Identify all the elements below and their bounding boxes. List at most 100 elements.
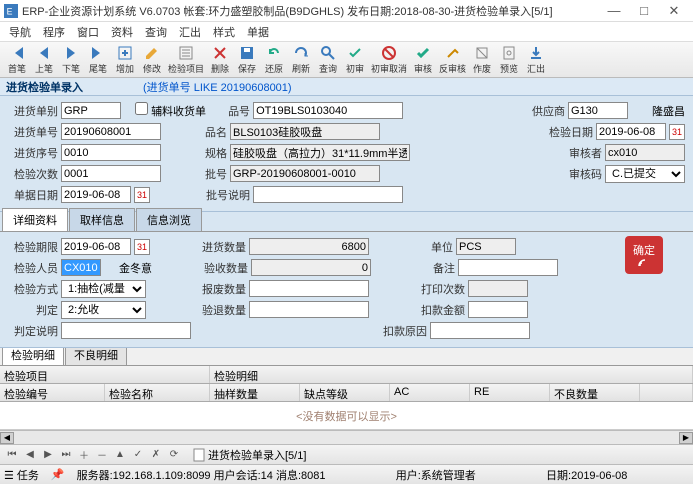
toolbar: 首笔 上笔 下笔 尾笔 增加 修改 检验项目 删除 保存 还原 刷新 查询 初审… [0,42,693,78]
menu-query[interactable]: 查询 [140,22,172,42]
detail-tabs: 详细资料 取样信息 信息浏览 [0,212,693,232]
aux-receipt-checkbox[interactable]: 辅料收货单 [135,102,206,119]
tb-delete[interactable]: 删除 [207,43,233,77]
tb-checkitem[interactable]: 检验项目 [166,43,206,77]
titlebar: E ERP-企业资源计划系统 V6.0703 帐套:环力盛塑胶制品(B9DGHL… [0,0,693,22]
lbl-review-code: 审核码 [562,166,602,182]
nav-add-icon[interactable]: ＋ [76,447,92,463]
lbl-scrap-qty: 报废数量 [196,281,246,297]
menu-export[interactable]: 汇出 [174,22,206,42]
review-code-select[interactable]: C.已提交 [605,165,685,183]
h-scrollbar[interactable]: ◀ ▶ [0,430,693,444]
scrap-qty-input[interactable] [249,280,369,297]
product-no-input[interactable] [253,102,403,119]
tb-preview[interactable]: 预览 [496,43,522,77]
judge-desc-input[interactable] [61,322,191,339]
inspector-input[interactable] [61,259,101,276]
nav-first-icon[interactable]: ⏮ [4,447,20,463]
check-deadline-input[interactable] [61,238,131,255]
deduct-reason-input[interactable] [430,322,530,339]
check-method-select[interactable]: 1:抽检(减量 [61,280,146,298]
menu-style[interactable]: 样式 [208,22,240,42]
judge-select[interactable]: 2:允收 [61,301,146,319]
tb-last[interactable]: 尾笔 [85,43,111,77]
close-button[interactable]: ✕ [659,1,689,21]
rss-icon [637,258,651,268]
scroll-left-icon[interactable]: ◀ [0,432,14,444]
confirm-button[interactable]: 确定 [625,236,663,274]
tb-edit[interactable]: 修改 [139,43,165,77]
nav-refresh-icon[interactable]: ⟳ [166,447,182,463]
tab-browse[interactable]: 信息浏览 [136,208,202,231]
tab-sample[interactable]: 取样信息 [69,208,135,231]
status-server: 服务器:192.168.1.109:8099 用户会话:14 消息:8081 [77,467,326,483]
tb-audit[interactable]: 审核 [410,43,436,77]
col-defect-qty[interactable]: 不良数量 [550,384,640,401]
lbl-reviewer: 审核者 [562,145,602,161]
tb-void[interactable]: 作废 [469,43,495,77]
supplier-input[interactable] [568,102,628,119]
doc-icon [192,448,206,462]
tb-audit1-cancel[interactable]: 初审取消 [369,43,409,77]
check-date-input[interactable] [596,123,666,140]
lbl-deduct-amt: 扣款金额 [415,302,465,318]
tb-unaudit[interactable]: 反审核 [437,43,468,77]
lbl-product-no: 品号 [222,103,250,119]
nav-last-icon[interactable]: ⏭ [58,447,74,463]
incoming-seq-input[interactable] [61,144,161,161]
remark-input[interactable] [458,259,558,276]
col-ac[interactable]: AC [390,384,470,401]
tb-restore[interactable]: 还原 [261,43,287,77]
supplier-name: 隆盛昌 [652,103,685,119]
menu-bill[interactable]: 单据 [242,22,274,42]
tb-export[interactable]: 汇出 [523,43,549,77]
bill-date-input[interactable] [61,186,131,203]
lbl-check-date: 检验日期 [543,124,593,140]
tb-add[interactable]: 增加 [112,43,138,77]
col-re[interactable]: RE [470,384,550,401]
col-check-name[interactable]: 检验名称 [105,384,210,401]
minimize-button[interactable]: — [599,1,629,21]
nav-edit-icon[interactable]: ▲ [112,447,128,463]
status-task[interactable]: ☰ 任务 [4,467,39,483]
nav-next-icon[interactable]: ▶ [40,447,56,463]
menu-nav[interactable]: 导航 [4,22,36,42]
scroll-right-icon[interactable]: ▶ [679,432,693,444]
first-icon [9,45,25,61]
lbl-print-count: 打印次数 [415,281,465,297]
tb-save[interactable]: 保存 [234,43,260,77]
calendar-icon[interactable]: 31 [134,239,150,255]
menu-data[interactable]: 资料 [106,22,138,42]
nav-prev-icon[interactable]: ◀ [22,447,38,463]
maximize-button[interactable]: □ [629,1,659,21]
tab-detail[interactable]: 详细资料 [2,208,68,231]
tb-prev[interactable]: 上笔 [31,43,57,77]
export-icon [528,45,544,61]
col-defect-level[interactable]: 缺点等级 [300,384,390,401]
col-check-no[interactable]: 检验编号 [0,384,105,401]
tb-first[interactable]: 首笔 [4,43,30,77]
incoming-bill-input[interactable] [61,102,121,119]
nav-cancel-icon[interactable]: ✗ [148,447,164,463]
col-extra[interactable] [640,384,693,401]
menu-window[interactable]: 窗口 [72,22,104,42]
check-count-input[interactable] [61,165,161,182]
return-qty-input[interactable] [249,301,369,318]
tb-query[interactable]: 查询 [315,43,341,77]
svg-text:E: E [7,6,13,16]
calendar-icon[interactable]: 31 [669,124,685,140]
tb-next[interactable]: 下笔 [58,43,84,77]
incoming-no-input[interactable] [61,123,161,140]
menu-program[interactable]: 程序 [38,22,70,42]
tb-audit1[interactable]: 初审 [342,43,368,77]
nav-ok-icon[interactable]: ✓ [130,447,146,463]
deduct-amt-input[interactable] [468,301,528,318]
tb-refresh[interactable]: 刷新 [288,43,314,77]
prev-icon [36,45,52,61]
nav-del-icon[interactable]: － [94,447,110,463]
app-icon: E [4,4,18,18]
batch-desc-input[interactable] [253,186,403,203]
calendar-icon[interactable]: 31 [134,187,150,203]
grid-tabs: 检验明细 不良明细 [0,348,693,366]
col-sample-qty[interactable]: 抽样数量 [210,384,300,401]
